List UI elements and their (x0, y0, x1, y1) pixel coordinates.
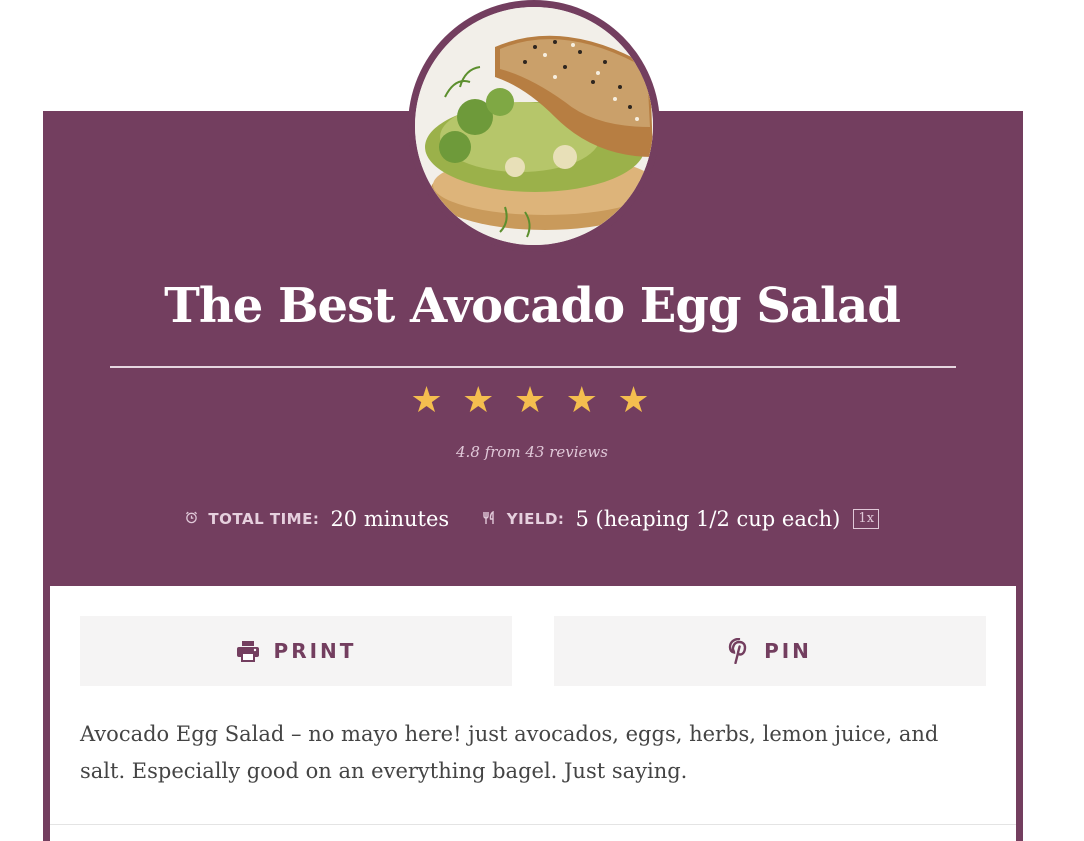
pin-button-label: PIN (764, 639, 812, 663)
total-time: TOTAL TIME: 20 minutes (185, 507, 449, 531)
yield: YIELD: 5 (heaping 1/2 cup each) 1x (482, 507, 880, 531)
star-icon[interactable]: ★ (617, 380, 653, 421)
star-icon[interactable]: ★ (566, 380, 602, 421)
scale-button[interactable]: 1x (853, 509, 880, 529)
pinterest-icon (728, 638, 750, 664)
title-divider (110, 366, 956, 368)
recipe-meta: TOTAL TIME: 20 minutes YIELD: 5 (heaping… (0, 507, 1064, 531)
section-divider (50, 824, 1016, 825)
yield-label: YIELD: (506, 510, 565, 528)
star-icon[interactable]: ★ (514, 380, 550, 421)
total-time-value: 20 minutes (330, 507, 450, 531)
star-icon[interactable]: ★ (462, 380, 498, 421)
print-button-label: PRINT (273, 639, 357, 663)
total-time-label: TOTAL TIME: (208, 510, 320, 528)
alarm-clock-icon (185, 511, 202, 527)
printer-icon (236, 640, 260, 662)
recipe-photo-frame (408, 0, 660, 252)
recipe-photo (415, 7, 653, 245)
print-button[interactable]: PRINT (80, 616, 512, 686)
yield-value: 5 (heaping 1/2 cup each) (575, 507, 841, 531)
recipe-description: Avocado Egg Salad – no mayo here! just a… (80, 722, 939, 783)
star-rating[interactable]: ★ ★ ★ ★ ★ (0, 380, 1064, 421)
pin-button[interactable]: PIN (554, 616, 986, 686)
star-icon[interactable]: ★ (410, 380, 446, 421)
rating-summary: 4.8 from 43 reviews (456, 443, 608, 461)
fork-knife-icon (482, 510, 500, 528)
recipe-title: The Best Avocado Egg Salad (164, 278, 901, 334)
